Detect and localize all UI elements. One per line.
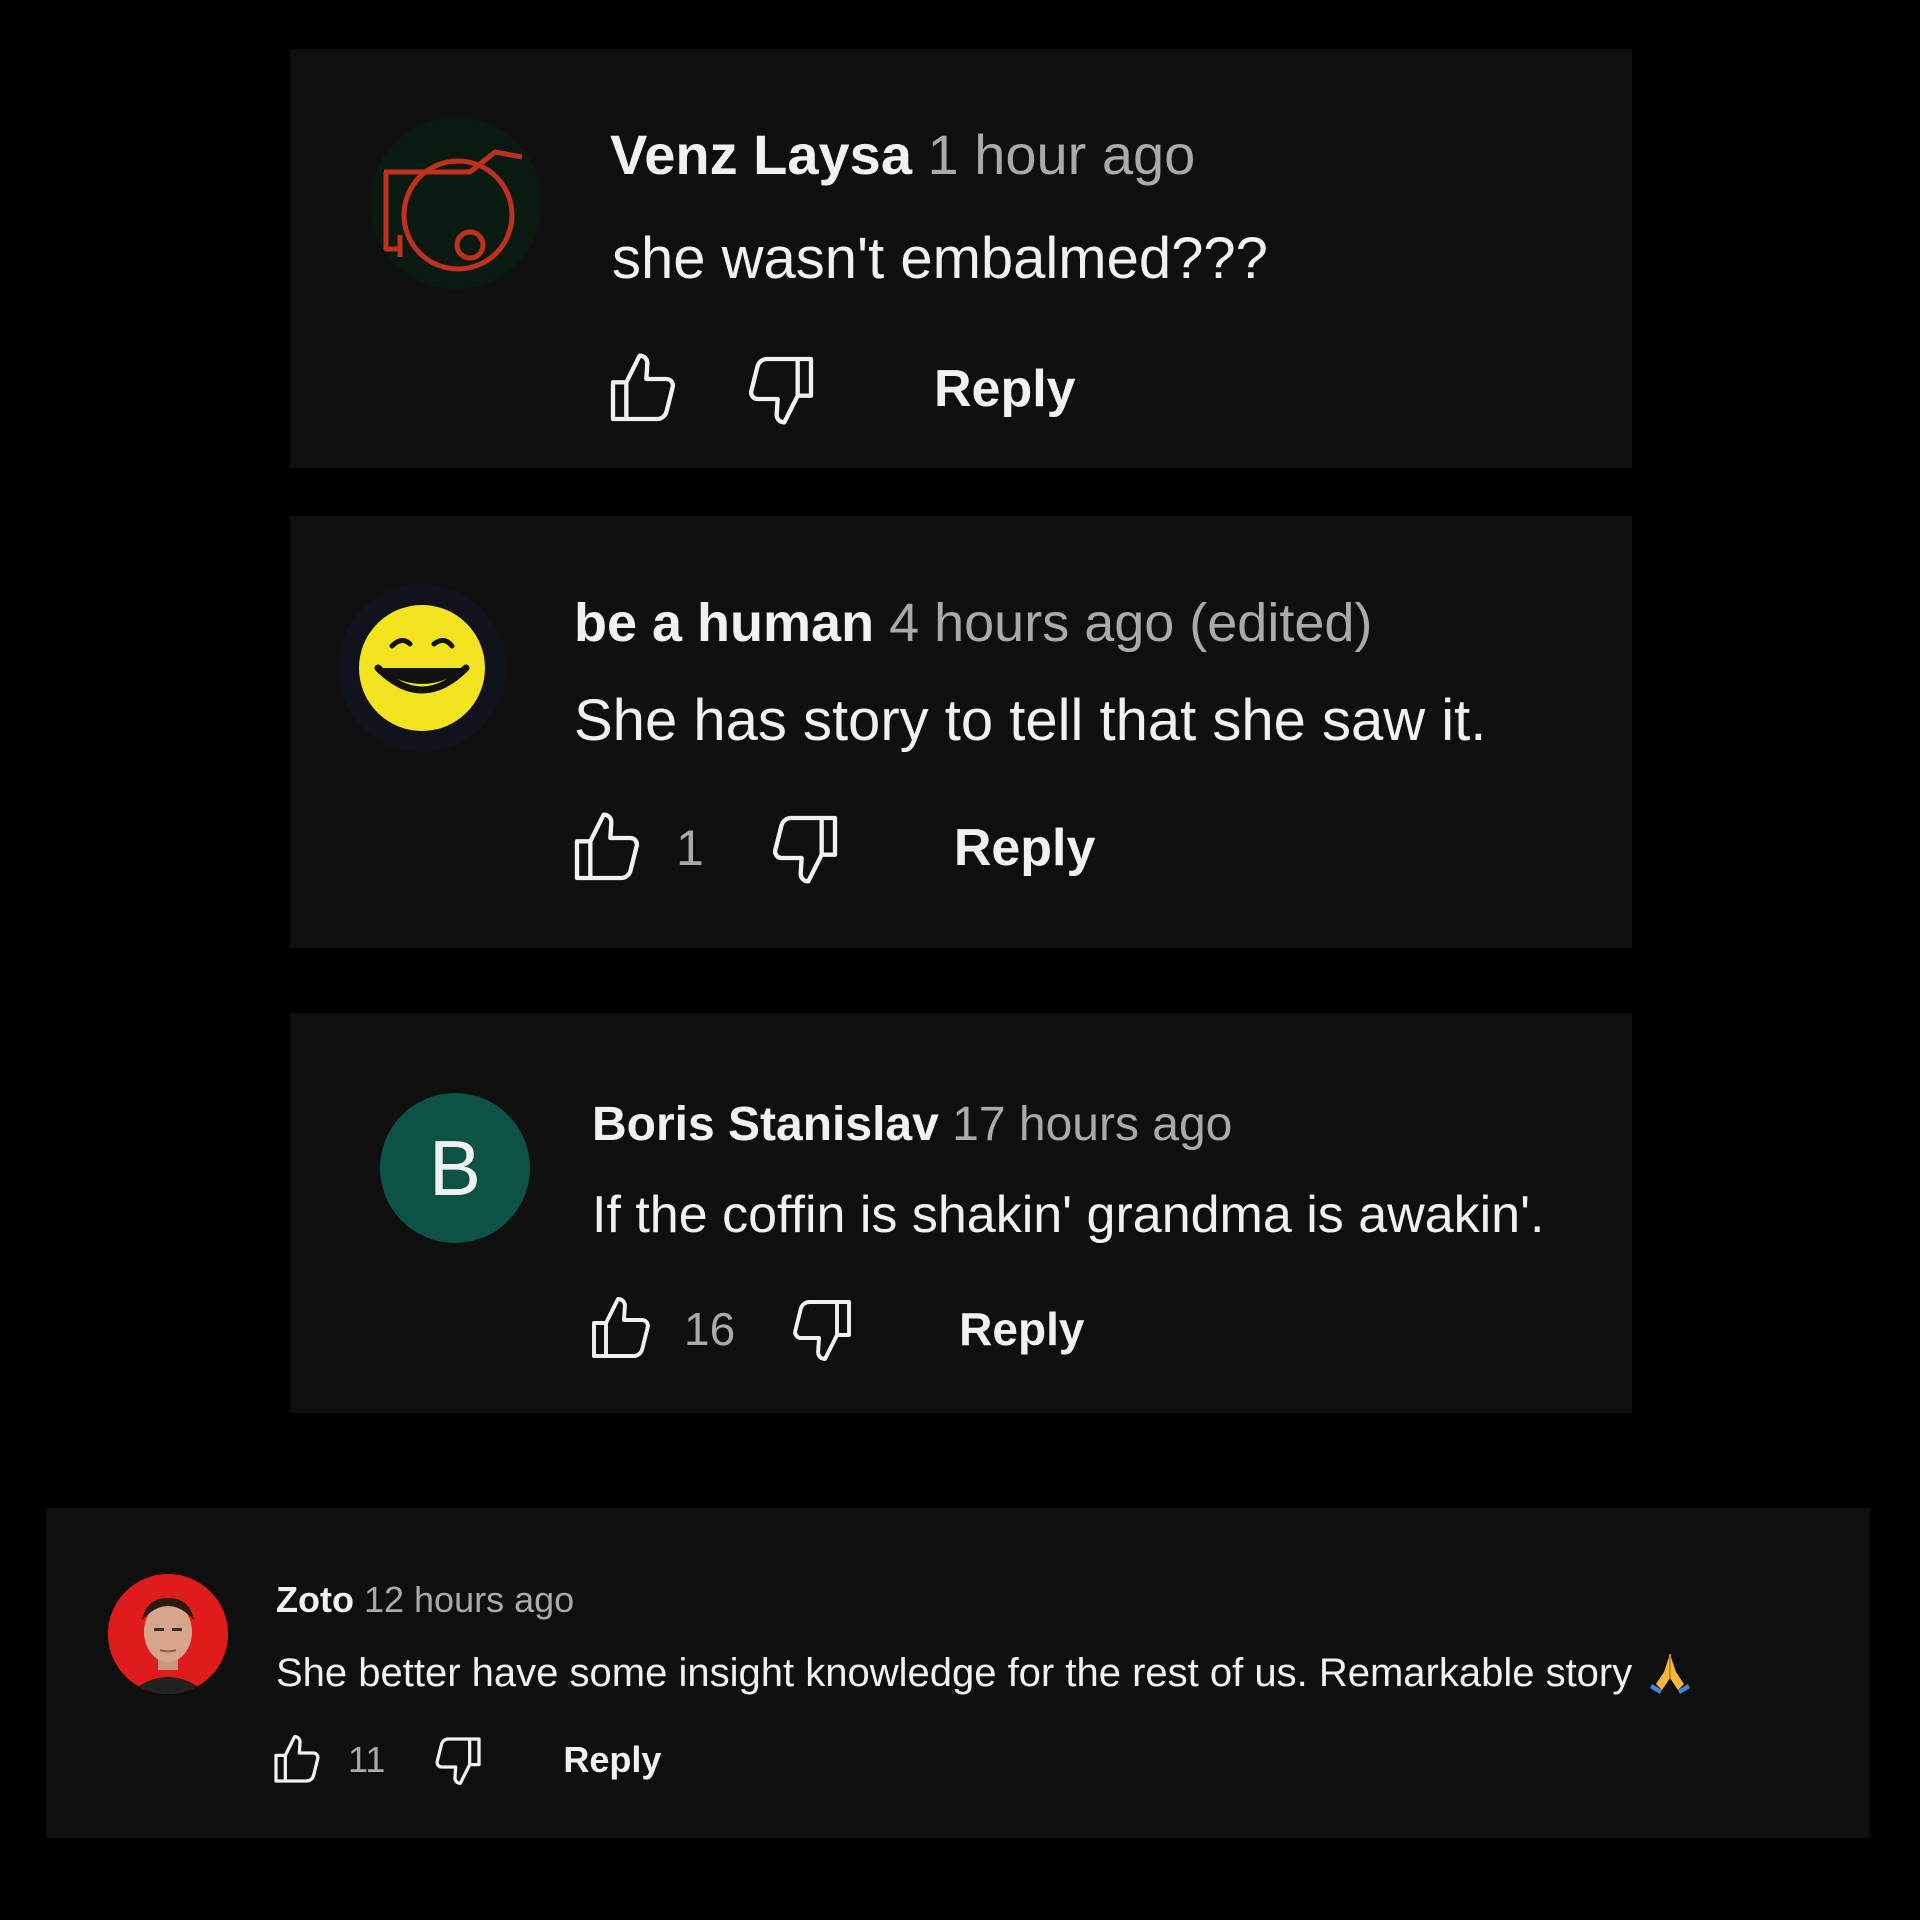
comment-text: If the coffin is shakin' grandma is awak…: [592, 1186, 1545, 1244]
avatar[interactable]: [370, 117, 542, 289]
like-count: 11: [348, 1739, 386, 1780]
avatar[interactable]: [338, 584, 506, 752]
thumbs-up-icon: [574, 812, 640, 881]
thumbs-down-icon: [435, 1737, 482, 1785]
reply-button[interactable]: Reply: [563, 1739, 661, 1781]
camera-logo-icon: [370, 117, 542, 289]
smiley-badge-icon: [338, 584, 506, 752]
thumbs-down-icon: [748, 356, 814, 425]
comment-card: Venz Laysa 1 hour ago she wasn't embalme…: [290, 49, 1632, 468]
comment-text: She better have some insight knowledge f…: [276, 1648, 1694, 1703]
author-name[interactable]: Zoto: [276, 1579, 354, 1620]
comment-text: She has story to tell that she saw it.: [574, 688, 1487, 753]
timestamp[interactable]: 4 hours ago (edited): [889, 593, 1372, 653]
comment-actions: 16 Reply: [584, 1293, 1084, 1365]
dislike-button[interactable]: [740, 349, 822, 429]
author-name[interactable]: Boris Stanislav: [592, 1098, 939, 1151]
avatar[interactable]: B: [380, 1093, 530, 1243]
like-count: 16: [684, 1303, 736, 1355]
comment-header: be a human 4 hours ago (edited): [574, 596, 1372, 650]
dislike-button[interactable]: [785, 1293, 859, 1365]
comment-header: Venz Laysa 1 hour ago: [610, 127, 1195, 183]
like-button[interactable]: [602, 349, 684, 429]
author-name[interactable]: Venz Laysa: [610, 123, 912, 186]
dislike-button[interactable]: [429, 1732, 487, 1788]
comment-actions: Reply: [602, 349, 1076, 429]
like-count: 1: [676, 820, 704, 876]
reply-button[interactable]: Reply: [954, 818, 1096, 878]
comment-header: Boris Stanislav 17 hours ago: [592, 1101, 1232, 1149]
thumbs-down-icon: [772, 815, 837, 884]
like-button[interactable]: [268, 1732, 326, 1788]
praying-hands-icon: [1646, 1648, 1694, 1703]
avatar-letter: B: [428, 1123, 482, 1212]
comment-actions: 11 Reply: [268, 1730, 661, 1790]
like-button[interactable]: [584, 1293, 658, 1365]
timestamp[interactable]: 1 hour ago: [928, 123, 1196, 186]
comment-header: Zoto 12 hours ago: [276, 1582, 574, 1618]
comment-text-content: She better have some insight knowledge f…: [276, 1651, 1633, 1696]
avatar[interactable]: [108, 1574, 228, 1694]
thumbs-up-icon: [592, 1297, 650, 1358]
reply-button[interactable]: Reply: [934, 359, 1076, 419]
like-button[interactable]: [566, 808, 648, 888]
comment-actions: 1 Reply: [566, 808, 1095, 888]
reply-button[interactable]: Reply: [959, 1302, 1084, 1356]
author-name[interactable]: be a human: [574, 593, 874, 653]
comment-text: she wasn't embalmed???: [612, 226, 1268, 291]
thumbs-down-icon: [793, 1300, 852, 1361]
comment-card: Zoto 12 hours ago She better have some i…: [46, 1508, 1870, 1838]
timestamp[interactable]: 12 hours ago: [364, 1579, 574, 1620]
profile-photo: [108, 1574, 228, 1694]
comment-card: be a human 4 hours ago (edited) She has …: [290, 516, 1632, 948]
dislike-button[interactable]: [764, 808, 846, 888]
timestamp[interactable]: 17 hours ago: [952, 1098, 1232, 1151]
thumbs-up-icon: [274, 1735, 320, 1783]
thumbs-up-icon: [610, 353, 676, 422]
comment-card: B Boris Stanislav 17 hours ago If the co…: [290, 1013, 1632, 1413]
